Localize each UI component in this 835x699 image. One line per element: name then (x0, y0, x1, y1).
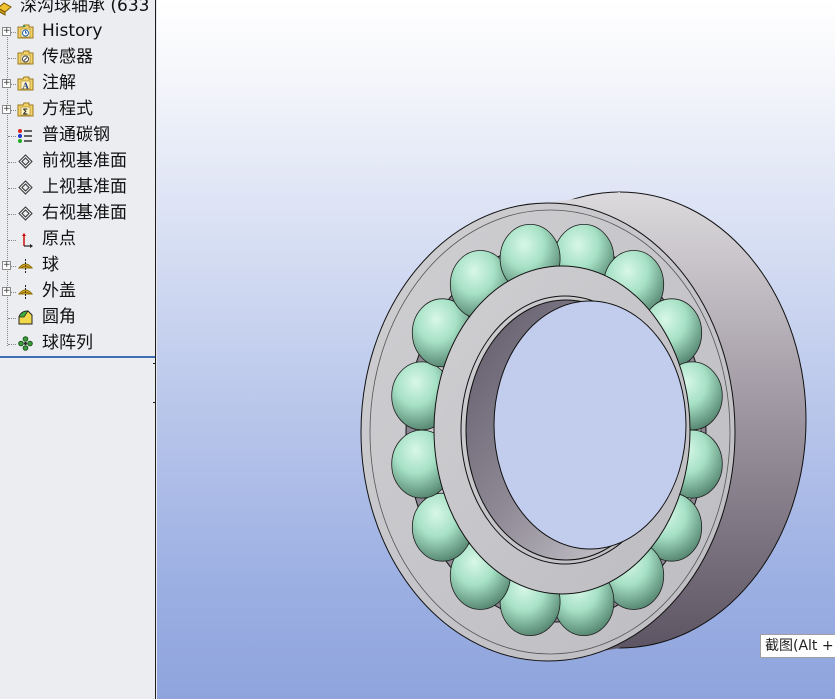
tree-item[interactable]: 右视基准面 (0, 201, 155, 227)
tree-item-label: 注解 (42, 73, 76, 93)
fillet-icon (18, 310, 33, 325)
revolve-feature-icon (17, 259, 34, 273)
expand-toggle[interactable]: + (2, 287, 11, 296)
plane-icon (18, 206, 33, 221)
tree-item-label: 原点 (42, 229, 76, 249)
bearing-model[interactable] (157, 0, 835, 699)
tree-connector (8, 162, 16, 163)
expand-toggle[interactable]: + (2, 261, 11, 270)
annotation-folder-icon: A (17, 76, 34, 91)
tree-item[interactable]: + 球 (0, 253, 155, 279)
tree-item[interactable]: 传感器 (0, 45, 155, 71)
tree-connector (8, 240, 16, 241)
tree-item-label: History (42, 21, 103, 41)
tree-item-label: 球阵列 (42, 333, 93, 353)
collapse-arrow-icon (155, 370, 156, 376)
tree-connector (8, 58, 16, 59)
tree-item[interactable]: + Σ 方程式 (0, 97, 155, 123)
tree-item-label: 圆角 (42, 307, 76, 327)
tree-item[interactable]: 原点 (0, 227, 155, 253)
equation-folder-icon: Σ (17, 102, 34, 117)
revolve-feature-icon (17, 285, 34, 299)
tree-root-item[interactable]: 深沟球轴承 (633 (0, 0, 155, 20)
tree-item-label: 右视基准面 (42, 203, 127, 223)
tree-item-label: 前视基准面 (42, 151, 127, 171)
tree-root-label: 深沟球轴承 (633 (20, 0, 150, 16)
tree-item-label: 传感器 (42, 47, 93, 67)
tree-item-label: 球 (42, 255, 59, 275)
tree-item-label: 上视基准面 (42, 177, 127, 197)
tree-connector (8, 214, 16, 215)
tree-item[interactable]: + A 注解 (0, 71, 155, 97)
collapse-arrow-icon (155, 388, 156, 394)
plane-icon (18, 180, 33, 195)
tree-item-label: 普通碳钢 (42, 125, 110, 145)
panel-collapse-handle[interactable] (153, 363, 156, 403)
screenshot-tooltip: 截图(Alt + (760, 634, 835, 658)
bore-hole (493, 300, 687, 550)
tree-divider (0, 356, 155, 358)
tree-item[interactable]: 球阵列 (0, 331, 155, 357)
tree-item-label: 方程式 (42, 99, 93, 119)
tree-item[interactable]: 上视基准面 (0, 175, 155, 201)
tree-item[interactable]: + History (0, 19, 155, 45)
svg-text:A: A (22, 81, 30, 91)
tree-item-label: 外盖 (42, 281, 76, 301)
tree-connector (8, 344, 16, 345)
tree-item[interactable]: + 外盖 (0, 279, 155, 305)
graphics-viewport[interactable] (157, 0, 835, 699)
tree-connector (8, 188, 16, 189)
tree-connector (8, 136, 16, 137)
svg-text:Σ: Σ (23, 108, 28, 117)
circular-pattern-icon (18, 336, 33, 351)
history-folder-icon (17, 24, 34, 39)
tree-item[interactable]: 圆角 (0, 305, 155, 331)
origin-icon (22, 233, 33, 248)
tree-item[interactable]: 普通碳钢 (0, 123, 155, 149)
plane-icon (18, 154, 33, 169)
collapse-arrow-icon (155, 379, 156, 385)
material-icon (18, 129, 32, 143)
expand-toggle[interactable]: + (2, 105, 11, 114)
feature-manager-tree: 深沟球轴承 (633 + History 传感器 + A 注解 + Σ 方程式普通碳钢前视基准面… (0, 0, 156, 699)
tree-connector (8, 318, 16, 319)
tree-item[interactable]: 前视基准面 (0, 149, 155, 175)
expand-toggle[interactable]: + (2, 27, 11, 36)
sensor-folder-icon (17, 50, 34, 65)
expand-toggle[interactable]: + (2, 79, 11, 88)
part-icon (0, 2, 12, 16)
